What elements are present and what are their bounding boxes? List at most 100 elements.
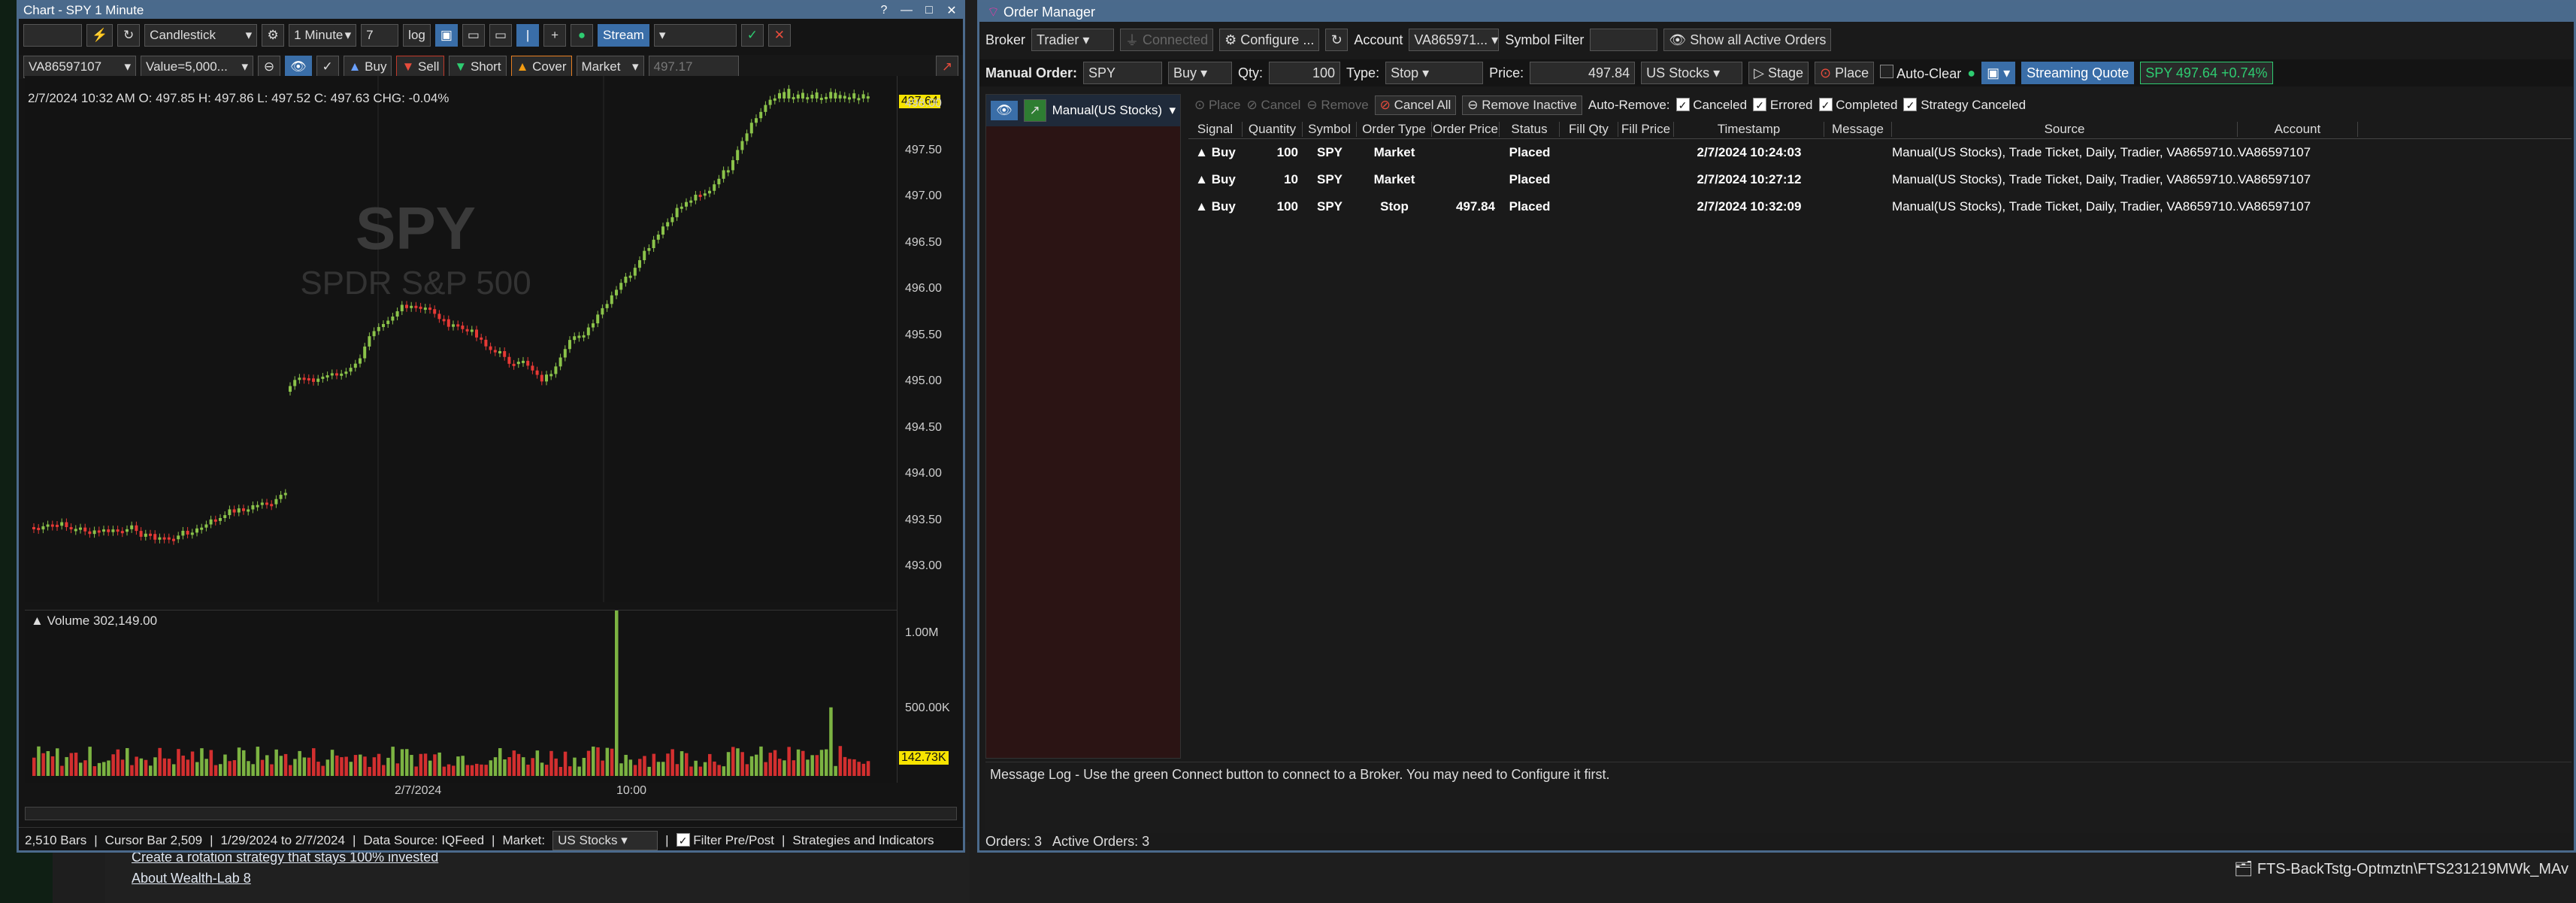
errored-checkbox[interactable]: ✓ Errored bbox=[1753, 98, 1813, 113]
table-row[interactable]: ▲ Buy 10 SPY Market Placed 2/7/2024 10:27:12 M… bbox=[1188, 166, 2571, 193]
column-header[interactable]: Timestamp bbox=[1674, 121, 1824, 137]
stage-button[interactable]: ▷ Stage bbox=[1748, 62, 1809, 84]
cancel-action[interactable]: ⊘ Cancel bbox=[1247, 98, 1301, 113]
toggle-c-button[interactable]: ▭ bbox=[489, 24, 513, 47]
short-button[interactable]: ▼ Short bbox=[449, 56, 507, 78]
configure-button[interactable]: ⚙ Configure ... bbox=[1219, 29, 1320, 51]
plus-button[interactable]: + bbox=[543, 24, 567, 47]
autoclear-checkbox[interactable]: Auto-Clear bbox=[1880, 64, 1961, 82]
horizontal-scrollbar[interactable] bbox=[25, 807, 957, 820]
line-tool-icon[interactable]: ↗ bbox=[936, 56, 958, 78]
streaming-quote-button[interactable]: Streaming Quote bbox=[2021, 62, 2135, 84]
account-select[interactable]: VA86597107 ▾ bbox=[23, 56, 136, 78]
candle bbox=[628, 271, 632, 282]
eye-icon[interactable]: 👁 bbox=[285, 56, 312, 78]
manual-side-select[interactable]: Buy ▾ bbox=[1168, 62, 1233, 84]
column-header[interactable]: Symbol bbox=[1303, 121, 1357, 137]
volume-bar bbox=[582, 757, 586, 776]
connect-dot-icon[interactable]: ● bbox=[571, 24, 594, 47]
interval-select[interactable]: 1 Minute ▾ bbox=[289, 24, 357, 47]
refresh-button[interactable]: ↻ bbox=[1325, 29, 1349, 51]
table-cell: Stop bbox=[1380, 199, 1409, 214]
cancel-all-button[interactable]: ⊘ Cancel All bbox=[1374, 95, 1457, 115]
chart-style-select[interactable]: Candlestick ▾ bbox=[144, 24, 258, 47]
volume-bar bbox=[834, 765, 837, 776]
strategy-canceled-checkbox[interactable]: ✓ Strategy Canceled bbox=[1903, 98, 2026, 113]
cancel-icon[interactable]: ✕ bbox=[767, 24, 791, 47]
canceled-checkbox[interactable]: ✓ Canceled bbox=[1675, 98, 1747, 113]
lightning-icon[interactable]: ⚡ bbox=[86, 24, 114, 47]
toggle-b-button[interactable]: ▭ bbox=[462, 24, 485, 47]
column-header[interactable]: Fill Qty bbox=[1560, 121, 1618, 137]
desktop-link-about[interactable]: About Wealth-Lab 8 bbox=[132, 871, 251, 886]
check-icon[interactable]: ✓ bbox=[740, 24, 764, 47]
strategies-link[interactable]: Strategies and Indicators bbox=[792, 833, 934, 848]
qty-stepper[interactable]: 100 bbox=[1269, 62, 1341, 84]
place-button[interactable]: ⊙ Place bbox=[1815, 62, 1875, 84]
connect-button[interactable]: ⏚ Connected bbox=[1120, 29, 1214, 51]
buy-button[interactable]: ▲ Buy bbox=[343, 56, 392, 78]
sell-button[interactable]: ▼ Sell bbox=[396, 56, 445, 78]
price-plot[interactable]: SPY SPDR S&P 500 bbox=[25, 76, 897, 602]
candle bbox=[829, 88, 833, 102]
market-select[interactable]: US Stocks ▾ bbox=[552, 830, 658, 850]
crosshair-button[interactable]: | bbox=[516, 24, 540, 47]
checkbox-icon[interactable]: ✓ bbox=[316, 56, 339, 78]
maximize-button[interactable]: □ bbox=[918, 2, 940, 19]
volume-pane[interactable]: ▲ Volume 302,149.00 bbox=[25, 593, 897, 783]
market-select[interactable]: US Stocks ▾ bbox=[1641, 62, 1743, 84]
completed-checkbox[interactable]: ✓ Completed bbox=[1818, 98, 1897, 113]
column-header[interactable]: Order Type bbox=[1357, 121, 1432, 137]
table-row[interactable]: ▲ Buy 100 SPY Market Placed 2/7/2024 10:24:03… bbox=[1188, 139, 2571, 166]
volume-bar bbox=[726, 752, 731, 776]
column-header[interactable]: Signal bbox=[1188, 121, 1243, 137]
candle bbox=[866, 92, 870, 103]
place-action[interactable]: ⊙ Place bbox=[1194, 98, 1241, 113]
close-button[interactable]: ✕ bbox=[940, 2, 963, 19]
stream-select[interactable]: ▾ bbox=[653, 24, 737, 47]
column-header[interactable]: Source bbox=[1892, 121, 2238, 137]
gear-icon[interactable]: ⚙ bbox=[262, 24, 285, 47]
filter-checkbox[interactable]: ✓ Filter Pre/Post bbox=[676, 832, 774, 848]
column-header[interactable]: Status bbox=[1500, 121, 1560, 137]
quote-source-select[interactable]: ▣ ▾ bbox=[1981, 62, 2016, 84]
minimize-button[interactable]: — bbox=[895, 2, 918, 19]
candle bbox=[265, 498, 268, 509]
price-input[interactable]: 497.17 bbox=[648, 56, 739, 78]
column-header[interactable]: Quantity bbox=[1243, 121, 1303, 137]
help-button[interactable]: ? bbox=[873, 2, 895, 19]
column-header[interactable]: Order Price bbox=[1432, 121, 1500, 137]
candle bbox=[139, 527, 143, 541]
column-header[interactable]: Fill Price bbox=[1618, 121, 1674, 137]
volume-bar bbox=[461, 756, 465, 776]
manual-symbol-input[interactable]: SPY bbox=[1083, 62, 1163, 84]
table-row[interactable]: ▲ Buy 100 SPY Stop 497.84 Placed 2/7/2024 10:3… bbox=[1188, 193, 2571, 220]
show-all-button[interactable]: 👁 Show all Active Orders bbox=[1663, 29, 1832, 51]
table-cell: 2/7/2024 10:24:03 bbox=[1697, 145, 1802, 159]
manual-strategy-item[interactable]: 👁 ↗ Manual(US Stocks) ▾ bbox=[986, 95, 1180, 126]
log-scale-button[interactable]: log bbox=[403, 24, 431, 47]
type-select[interactable]: Stop ▾ bbox=[1385, 62, 1484, 84]
remove-inactive-button[interactable]: ⊖ Remove Inactive bbox=[1462, 95, 1582, 115]
symbol-input[interactable] bbox=[23, 24, 82, 47]
cover-button[interactable]: ▲ Cover bbox=[510, 56, 572, 78]
chevron-down-icon[interactable]: ▾ bbox=[1169, 103, 1176, 118]
eye-icon[interactable]: 👁 bbox=[991, 101, 1018, 120]
price-stepper[interactable]: 497.84 bbox=[1530, 62, 1636, 84]
minus-icon[interactable]: ⊖ bbox=[258, 56, 280, 78]
candle bbox=[670, 213, 674, 226]
volume-bar bbox=[186, 759, 190, 776]
column-header[interactable]: Message bbox=[1824, 121, 1892, 137]
toggle-a-button[interactable]: ▣ bbox=[434, 24, 458, 47]
column-header[interactable]: Account bbox=[2238, 121, 2358, 137]
stream-button[interactable]: Stream bbox=[598, 24, 649, 47]
order-type-select[interactable]: Market ▾ bbox=[576, 56, 644, 78]
candle bbox=[852, 89, 856, 102]
symbol-filter-input[interactable] bbox=[1590, 29, 1658, 51]
broker-select[interactable]: Tradier ▾ bbox=[1031, 29, 1115, 51]
bars-stepper[interactable]: 7 bbox=[361, 24, 399, 47]
remove-action[interactable]: ⊖ Remove bbox=[1306, 98, 1368, 113]
value-select[interactable]: Value=5,000... ▾ bbox=[141, 56, 253, 78]
refresh-icon[interactable]: ↻ bbox=[117, 24, 141, 47]
account-select[interactable]: VA865971... ▾ bbox=[1409, 29, 1500, 51]
